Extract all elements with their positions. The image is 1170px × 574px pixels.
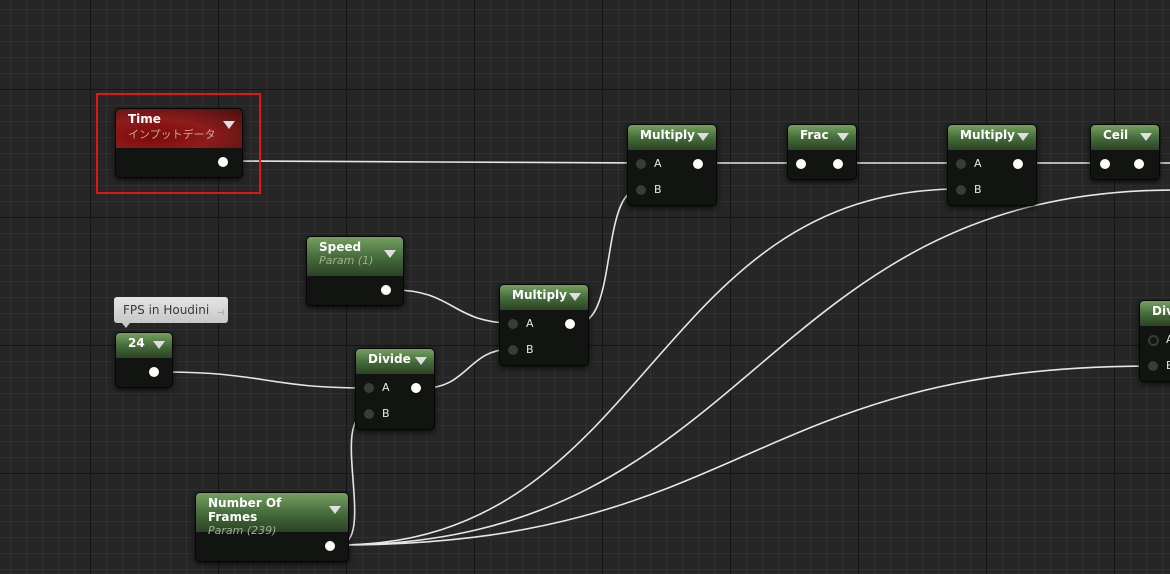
input-pin-a[interactable] — [1148, 335, 1159, 346]
node-subtitle: Param (239) — [208, 524, 277, 537]
node-title: Frac — [800, 128, 829, 142]
output-pin[interactable] — [1013, 159, 1023, 169]
output-pin[interactable] — [833, 159, 843, 169]
input-pin-a[interactable] — [956, 159, 966, 169]
multiply-node-3[interactable]: Multiply A B — [499, 284, 589, 366]
input-pin-b[interactable] — [508, 345, 518, 355]
pin-label: B — [526, 343, 534, 356]
wire-7[interactable] — [161, 371, 369, 389]
node-title: Multiply — [640, 128, 695, 142]
wire-12[interactable] — [337, 365, 1153, 546]
comment-text: FPS in Houdini — [123, 303, 210, 317]
node-title: Divide — [1152, 304, 1170, 318]
node-title: Number Of Frames — [208, 496, 282, 524]
dropdown-arrow-icon[interactable] — [1140, 133, 1152, 141]
dropdown-arrow-icon[interactable] — [415, 357, 427, 365]
pin-icon[interactable]: ⊣ — [217, 300, 224, 326]
output-pin[interactable] — [1134, 159, 1144, 169]
dropdown-arrow-icon[interactable] — [697, 133, 709, 141]
node-title: Speed — [319, 240, 362, 254]
node-title: 24 — [128, 336, 145, 350]
dropdown-arrow-icon[interactable] — [569, 293, 581, 301]
multiply-node-1[interactable]: Multiply A B — [627, 124, 717, 206]
output-pin[interactable] — [381, 285, 391, 295]
pin-label: B — [974, 183, 982, 196]
node-title: Multiply — [512, 288, 567, 302]
wire-0[interactable] — [231, 160, 641, 164]
output-pin[interactable] — [411, 383, 421, 393]
input-pin-b[interactable] — [636, 185, 646, 195]
output-pin[interactable] — [218, 157, 228, 167]
node-title: Divide — [368, 352, 411, 366]
wire-11[interactable] — [337, 189, 1170, 546]
dropdown-arrow-icon[interactable] — [223, 121, 235, 129]
pin-label: A — [382, 381, 390, 394]
node-title: Ceil — [1103, 128, 1129, 142]
speed-param-node[interactable]: Speed Param (1) — [306, 236, 404, 306]
pin-label: A — [526, 317, 534, 330]
pin-label: A — [654, 157, 662, 170]
output-pin[interactable] — [693, 159, 703, 169]
time-node[interactable]: Time インプットデータ — [115, 108, 243, 178]
constant-24-node[interactable]: 24 — [115, 332, 173, 388]
pin-label: B — [654, 183, 662, 196]
dropdown-arrow-icon[interactable] — [1017, 133, 1029, 141]
input-pin-a[interactable] — [636, 159, 646, 169]
pin-label: B — [382, 407, 390, 420]
ceil-node[interactable]: Ceil — [1090, 124, 1160, 180]
divide-node-2[interactable]: Divide A B — [1139, 300, 1170, 382]
input-pin-b[interactable] — [956, 185, 966, 195]
input-pin-a[interactable] — [508, 319, 518, 329]
pin-label: A — [1166, 333, 1170, 346]
node-title: Multiply — [960, 128, 1015, 142]
dropdown-arrow-icon[interactable] — [384, 250, 396, 258]
node-subtitle: Param (1) — [319, 254, 374, 267]
input-pin-a[interactable] — [364, 383, 374, 393]
output-pin[interactable] — [149, 367, 159, 377]
output-pin[interactable] — [325, 541, 335, 551]
node-subtitle: インプットデータ — [128, 128, 216, 141]
node-comment-bubble[interactable]: FPS in Houdini ⊣ — [114, 297, 228, 328]
frac-node[interactable]: Frac — [787, 124, 857, 180]
input-pin[interactable] — [1100, 159, 1110, 169]
dropdown-arrow-icon[interactable] — [837, 133, 849, 141]
node-title: Time — [128, 112, 161, 126]
pin-label: B — [1166, 359, 1170, 372]
dropdown-arrow-icon[interactable] — [329, 506, 341, 514]
input-pin-b[interactable] — [1148, 361, 1158, 371]
multiply-node-2[interactable]: Multiply A B — [947, 124, 1037, 206]
input-pin-b[interactable] — [364, 409, 374, 419]
pin-label: A — [974, 157, 982, 170]
output-pin[interactable] — [565, 319, 575, 329]
number-of-frames-param-node[interactable]: Number Of Frames Param (239) — [195, 492, 349, 562]
input-pin[interactable] — [796, 159, 806, 169]
wire-5[interactable] — [393, 289, 513, 324]
divide-node-1[interactable]: Divide A B — [355, 348, 435, 430]
dropdown-arrow-icon[interactable] — [153, 341, 165, 349]
